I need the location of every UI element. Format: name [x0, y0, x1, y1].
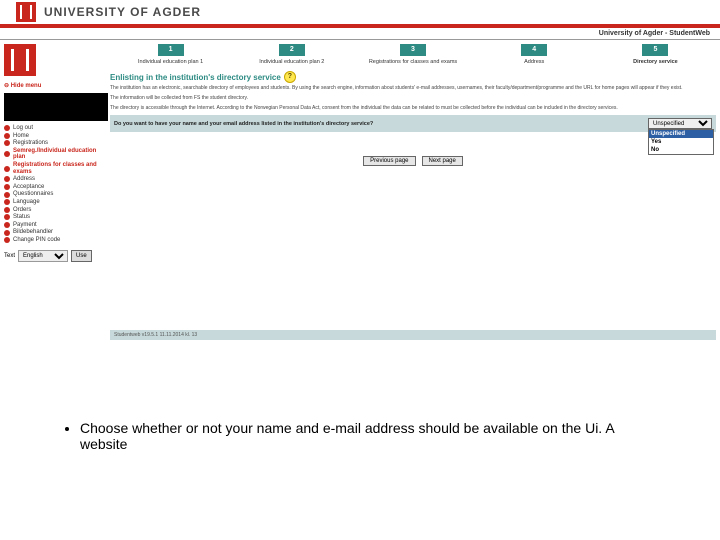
bullet-icon — [4, 151, 10, 157]
sidebar-item-label: Acceptance — [13, 184, 44, 191]
studentweb-title: University of Agder - StudentWeb — [599, 30, 710, 37]
intro-paragraph-2: The information will be collected from F… — [110, 95, 716, 101]
progress-step-label: Individual education plan 1 — [110, 59, 231, 65]
sidebar-item[interactable]: Questionnaires — [4, 191, 108, 198]
progress-step-number: 2 — [279, 44, 305, 56]
bullet-icon — [4, 214, 10, 220]
sidebar-item-label: Log out — [13, 125, 33, 132]
page-title: Enlisting in the institution's directory… — [110, 71, 716, 83]
progress-step[interactable]: 5 Directory service — [595, 44, 716, 65]
hide-menu-link[interactable]: ⊖ Hide menu — [4, 82, 108, 89]
sidebar-item-label: Change PIN code — [13, 237, 60, 244]
progress-step[interactable]: 3 Registrations for classes and exams — [352, 44, 473, 65]
sidebar-item[interactable]: Acceptance — [4, 184, 108, 191]
sidebar-item-label: Orders — [13, 207, 31, 214]
language-label: Text — [4, 253, 15, 259]
directory-question-bar: Do you want to have your name and your e… — [110, 115, 716, 132]
directory-consent-dropdown[interactable]: Unspecified Unspecified Yes No — [648, 118, 712, 129]
next-page-button[interactable]: Next page — [422, 156, 463, 166]
uia-logo-icon — [4, 44, 36, 76]
bullet-icon — [4, 140, 10, 146]
progress-bar: 1 Individual education plan 1 2 Individual… — [110, 44, 716, 65]
page-title-text: Enlisting in the institution's directory… — [110, 73, 281, 82]
progress-step[interactable]: 1 Individual education plan 1 — [110, 44, 231, 65]
uia-logo-icon — [16, 2, 36, 22]
sidebar-item[interactable]: Payment — [4, 222, 108, 229]
progress-step[interactable]: 4 Address — [474, 44, 595, 65]
progress-step-number: 5 — [642, 44, 668, 56]
bullet-icon — [4, 166, 10, 172]
sidebar-item[interactable]: Home — [4, 133, 108, 140]
bullet-icon — [4, 222, 10, 228]
language-row: Text English Use — [4, 250, 108, 262]
progress-step-label: Registrations for classes and exams — [352, 59, 473, 65]
bullet-icon — [4, 192, 10, 198]
sidebar-item-label: Bildebehandler — [13, 229, 53, 236]
sidebar: ⊖ Hide menu Log out Home Registrations S… — [0, 40, 110, 340]
sidebar-item-label: Registrations for classes and exams — [13, 162, 108, 175]
bullet-icon — [4, 184, 10, 190]
sidebar-item[interactable]: Bildebehandler — [4, 229, 108, 236]
dropdown-option[interactable]: Unspecified — [649, 130, 713, 138]
progress-step-label: Directory service — [595, 59, 716, 65]
hide-menu-label: Hide menu — [11, 83, 42, 89]
previous-page-button[interactable]: Previous page — [363, 156, 415, 166]
bullet-icon — [4, 133, 10, 139]
intro-paragraph-3: The directory is accessible through the … — [110, 105, 716, 111]
sidebar-item[interactable]: Registrations for classes and exams — [4, 162, 108, 175]
bullet-icon — [4, 199, 10, 205]
slide-bullet-region: Choose whether or not your name and e-ma… — [60, 420, 660, 452]
footer-bar: Studentweb v19.5.1 11.11.2014 kl. 13 — [110, 330, 716, 340]
sidebar-item-label: Home — [13, 133, 29, 140]
brand-bar: UNIVERSITY OF AGDER — [0, 0, 720, 28]
bullet-icon — [4, 176, 10, 182]
sidebar-item[interactable]: Change PIN code — [4, 237, 108, 244]
sidebar-item[interactable]: Semreg./Individual education plan — [4, 148, 108, 161]
sidebar-item[interactable]: Status — [4, 214, 108, 221]
sidebar-item[interactable]: Address — [4, 176, 108, 183]
sidebar-item-label: Questionnaires — [13, 191, 53, 198]
slide-bullet: Choose whether or not your name and e-ma… — [80, 420, 660, 452]
directory-question-text: Do you want to have your name and your e… — [114, 121, 373, 127]
sidebar-item[interactable]: Registrations — [4, 140, 108, 147]
dropdown-list: Unspecified Yes No — [648, 129, 714, 155]
sidebar-black-panel — [4, 93, 108, 121]
studentweb-body: ⊖ Hide menu Log out Home Registrations S… — [0, 40, 720, 340]
page-nav-buttons: Previous page Next page — [110, 156, 716, 166]
sidebar-item[interactable]: Language — [4, 199, 108, 206]
help-icon[interactable]: ? — [284, 71, 296, 83]
sidebar-item-label: Language — [13, 199, 40, 206]
sidebar-item-label: Payment — [13, 222, 37, 229]
language-select[interactable]: English — [18, 250, 68, 262]
progress-step-number: 1 — [158, 44, 184, 56]
bullet-icon — [4, 230, 10, 236]
sidebar-item-label: Semreg./Individual education plan — [13, 148, 108, 161]
progress-step[interactable]: 2 Individual education plan 2 — [231, 44, 352, 65]
directory-consent-select[interactable]: Unspecified — [648, 118, 712, 129]
bullet-icon — [4, 207, 10, 213]
dropdown-option[interactable]: Yes — [649, 138, 713, 146]
dropdown-option[interactable]: No — [649, 146, 713, 154]
progress-step-number: 3 — [400, 44, 426, 56]
main-column: 1 Individual education plan 1 2 Individual… — [110, 40, 720, 340]
minus-icon: ⊖ — [4, 83, 11, 89]
bullet-icon — [4, 237, 10, 243]
progress-step-number: 4 — [521, 44, 547, 56]
sidebar-menu: Log out Home Registrations Semreg./Indiv… — [4, 125, 108, 244]
bullet-icon — [4, 125, 10, 131]
studentweb-header: University of Agder - StudentWeb — [0, 28, 720, 40]
sidebar-item-label: Status — [13, 214, 30, 221]
brand-name: UNIVERSITY OF AGDER — [44, 5, 201, 19]
language-use-button[interactable]: Use — [71, 250, 92, 262]
intro-paragraph-1: The institution has an electronic, searc… — [110, 85, 716, 91]
progress-step-label: Individual education plan 2 — [231, 59, 352, 65]
sidebar-item-label: Registrations — [13, 140, 48, 147]
progress-step-label: Address — [474, 59, 595, 65]
sidebar-item[interactable]: Log out — [4, 125, 108, 132]
sidebar-item[interactable]: Orders — [4, 207, 108, 214]
sidebar-item-label: Address — [13, 176, 35, 183]
